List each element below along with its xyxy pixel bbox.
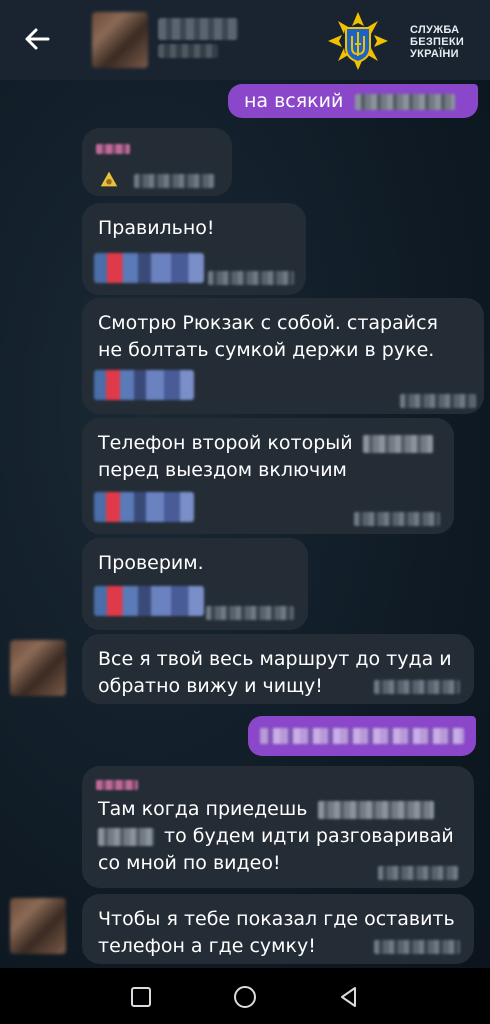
contact-avatar[interactable] (92, 12, 148, 68)
message-outgoing[interactable] (248, 716, 476, 756)
back-triangle-icon[interactable] (336, 984, 362, 1010)
message-incoming[interactable]: Телефон второй который перед выездом вкл… (82, 418, 454, 534)
message-incoming[interactable]: Все я твой весь маршрут до туда и обратн… (82, 634, 474, 704)
contact-status-redacted (158, 44, 218, 58)
redacted-image (94, 253, 204, 283)
sender-name-redacted (96, 780, 138, 790)
emoji-icon (100, 171, 118, 187)
message-text: на всякий (244, 90, 344, 112)
message-text: Смотрю Рюкзак с собой. старайся не болта… (98, 312, 438, 361)
message-outgoing[interactable]: на всякий (228, 84, 478, 118)
redacted-text (317, 800, 434, 819)
redacted-text (362, 434, 433, 453)
message-incoming[interactable]: Проверим. (82, 538, 308, 630)
message-text-line: Телефон второй который (98, 430, 438, 457)
system-navigation-bar (0, 968, 490, 1024)
chat-header: СЛУЖБА БЕЗПЕКИ УКРАЇНИ (0, 0, 490, 80)
sender-avatar[interactable] (10, 898, 66, 954)
redacted-text (260, 728, 464, 744)
sbu-logo: СЛУЖБА БЕЗПЕКИ УКРАЇНИ (326, 10, 476, 72)
message-time-redacted (134, 174, 214, 188)
redacted-image (94, 586, 204, 616)
message-incoming[interactable]: Правильно! (82, 203, 306, 295)
sbu-shield-icon (328, 12, 388, 70)
message-text: Проверим. (98, 552, 204, 574)
message-text-line: то будем идти разговаривай (98, 823, 458, 850)
message-text: Правильно! (98, 217, 215, 239)
message-time-redacted (400, 394, 476, 408)
sbu-logo-text: СЛУЖБА БЕЗПЕКИ УКРАЇНИ (410, 24, 465, 60)
message-time-redacted (354, 512, 440, 526)
message-incoming[interactable]: Смотрю Рюкзак с собой. старайся не болта… (82, 298, 484, 414)
sender-name-redacted (96, 144, 130, 154)
message-time-redacted (206, 606, 294, 620)
message-incoming[interactable]: Чтобы я тебе показал где оставить телефо… (82, 894, 474, 964)
sender-avatar[interactable] (10, 640, 66, 696)
redacted-text (355, 93, 456, 110)
message-time-redacted (208, 271, 294, 285)
redacted-image (94, 492, 194, 522)
message-time-redacted (378, 866, 458, 880)
message-time-redacted (374, 940, 460, 954)
message-text-line: перед выездом включим (98, 459, 347, 481)
message-incoming[interactable] (82, 128, 232, 196)
redacted-image (94, 370, 194, 400)
message-text-line: Там когда приедешь (98, 796, 458, 823)
back-arrow-icon[interactable] (22, 24, 52, 54)
recents-square-icon[interactable] (128, 984, 154, 1010)
message-time-redacted (374, 680, 460, 694)
contact-name-redacted[interactable] (158, 18, 238, 40)
message-incoming[interactable]: Там когда приедешь то будем идти разгова… (82, 766, 474, 888)
home-circle-icon[interactable] (232, 984, 258, 1010)
redacted-text (98, 827, 154, 846)
